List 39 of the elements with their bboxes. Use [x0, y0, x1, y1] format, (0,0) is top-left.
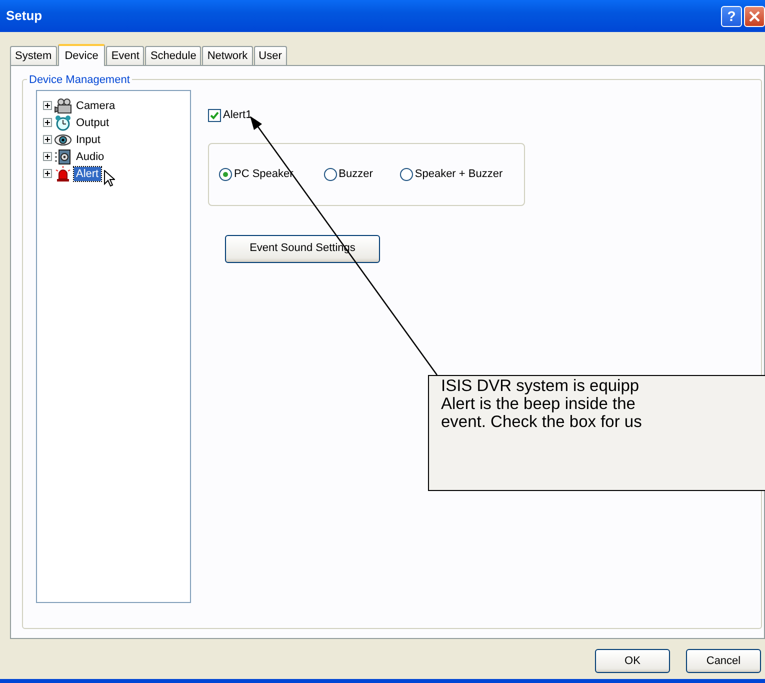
tab[interactable]: Event [106, 46, 144, 65]
radio-button[interactable] [324, 168, 337, 180]
radio-label: Speaker + Buzzer [414, 166, 503, 182]
dialog-button[interactable]: Cancel [686, 649, 761, 673]
close-icon [749, 10, 760, 22]
expand-box[interactable] [43, 169, 52, 178]
eye-icon [54, 132, 72, 148]
checkbox[interactable] [208, 108, 221, 122]
callout-text: Alert is the beep inside the [441, 395, 636, 413]
group-title: Device Management [27, 72, 132, 88]
tree-item[interactable]: Alert [74, 166, 101, 180]
tab[interactable]: Device [58, 44, 106, 66]
siren-icon [54, 166, 72, 182]
alarm-clock-icon [54, 114, 72, 130]
callout-text: ISIS DVR system is equipp [441, 377, 640, 395]
tab[interactable]: System [10, 46, 57, 65]
tab[interactable]: Schedule [145, 46, 202, 65]
camera-icon [54, 98, 72, 114]
tree-item[interactable]: Input [74, 132, 102, 146]
help-button[interactable]: ? [721, 6, 742, 26]
window-title: Setup [6, 7, 42, 26]
radio-button[interactable] [219, 168, 232, 180]
tree-item[interactable]: Camera [74, 98, 118, 112]
radio-label: Buzzer [338, 166, 373, 182]
close-button[interactable] [744, 6, 765, 26]
expand-box[interactable] [43, 101, 52, 110]
checkbox-label: Alert1 [223, 108, 252, 123]
dialog-button[interactable]: OK [595, 649, 670, 673]
expand-box[interactable] [43, 118, 52, 127]
radio-button[interactable] [400, 168, 413, 180]
mouse-pointer-icon [104, 170, 115, 187]
speaker-icon [54, 148, 72, 164]
expand-box[interactable] [43, 152, 52, 161]
tree-item[interactable]: Audio [74, 150, 106, 164]
tab[interactable]: Network [202, 46, 253, 65]
tab[interactable]: User [254, 46, 287, 65]
callout-text: event. Check the box for us [441, 413, 643, 431]
expand-box[interactable] [43, 135, 52, 144]
tree-item[interactable]: Output [74, 116, 112, 130]
